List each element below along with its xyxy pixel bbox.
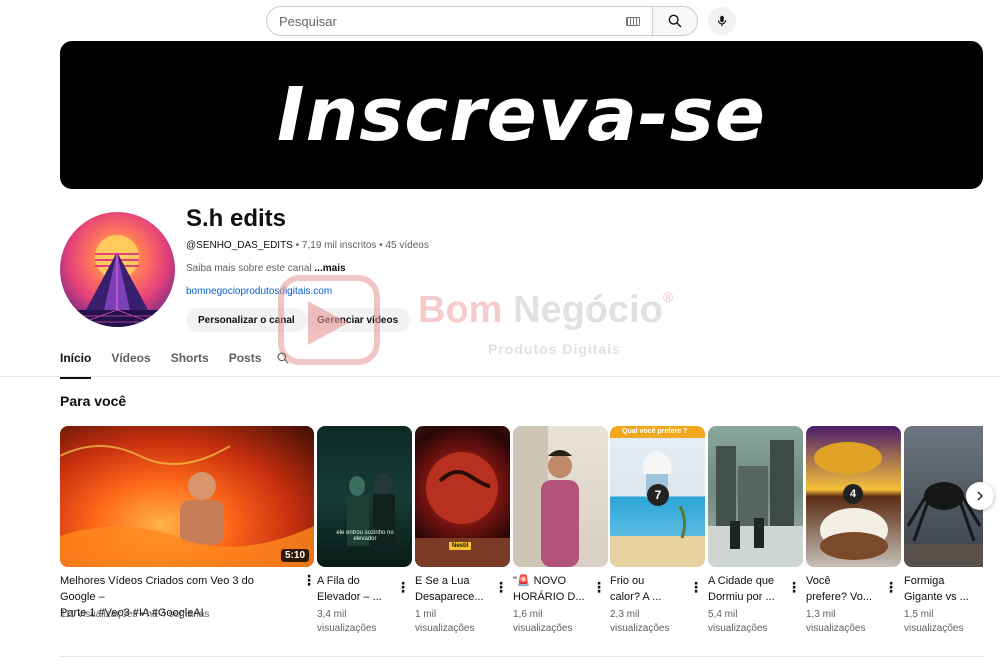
channel-about[interactable]: Saiba mais sobre este canal ...mais (186, 263, 346, 274)
search-placeholder: Pesquisar (279, 13, 337, 29)
tab-videos[interactable]: Vídeos (111, 351, 150, 379)
watermark-title: Bom Negócio® (418, 289, 674, 331)
thumbnail-caption: ele entrou sozinho no elevador (336, 530, 394, 542)
short-title[interactable]: E Se a Lua Desaparece... (415, 573, 487, 605)
short-meta: 2,3 mil visualizações (610, 609, 670, 634)
thumbnail-number: 4 (843, 484, 863, 504)
watermark-subtitle: Produtos Digitais (488, 341, 621, 357)
short-thumbnail[interactable]: ele entrou sozinho no elevador (317, 426, 412, 567)
short-title[interactable]: A Cidade que Dormiu por ... (708, 573, 782, 605)
short-title[interactable]: "🚨 NOVO HORÁRIO D... (513, 573, 585, 605)
short-thumbnail[interactable]: Nestil (415, 426, 510, 567)
short-meta: 1,3 mil visualizações (806, 609, 866, 634)
chevron-right-icon (977, 491, 983, 501)
more-options-icon[interactable]: ⋮ (884, 580, 898, 594)
more-options-icon[interactable]: ⋮ (787, 580, 801, 594)
short-meta: 5,4 mil visualizações (708, 609, 768, 634)
search-input[interactable]: Pesquisar (266, 6, 652, 36)
manage-videos-button[interactable]: Gerenciar vídeos (305, 308, 411, 332)
short-title[interactable]: Frio ou calor? A ... (610, 573, 682, 605)
short-meta: 3,4 mil visualizações (317, 609, 377, 634)
subscriber-count: 7,19 mil inscritos (301, 240, 377, 251)
channel-name: S.h edits (186, 205, 287, 232)
thumbnail-art (708, 440, 803, 567)
thumbnail-art (60, 445, 314, 567)
voice-search-button[interactable] (708, 7, 736, 35)
channel-search-icon[interactable] (276, 351, 290, 365)
thumbnail-caption: Qual você prefere ? (622, 428, 688, 435)
tabs-divider (0, 376, 1000, 377)
more-options-icon[interactable]: ⋮ (689, 580, 703, 594)
more-options-icon[interactable]: ⋮ (592, 580, 606, 594)
thumbnail-number: 7 (647, 484, 669, 506)
video-thumbnail[interactable]: 5:10 (60, 426, 314, 567)
tab-posts[interactable]: Posts (229, 351, 262, 379)
short-meta: 1,5 mil visualizações (904, 609, 964, 634)
more-options-icon[interactable]: ⋮ (494, 580, 508, 594)
shelf-next-button[interactable] (966, 482, 994, 510)
microphone-icon (717, 15, 727, 27)
thumbnail-art (513, 426, 579, 567)
channel-avatar[interactable] (60, 212, 175, 327)
thumbnail-badge: Nestil (449, 542, 472, 550)
short-thumbnail[interactable]: Qual você prefere ? 7 (610, 426, 705, 567)
short-thumbnail[interactable]: 4 (806, 426, 901, 567)
short-meta: 1,6 mil visualizações (513, 609, 573, 634)
short-title[interactable]: Formiga Gigante vs ... (904, 573, 984, 605)
short-title[interactable]: A Fila do Elevador – ... (317, 573, 389, 605)
video-meta: 111 visualizações • há 4 semanas (60, 609, 210, 620)
channel-banner: Inscreva-se (60, 41, 983, 189)
short-title[interactable]: Você prefere? Vo... (806, 573, 878, 605)
channel-meta: @SENHO_DAS_EDITS • 7,19 mil inscritos • … (186, 240, 429, 251)
about-text: Saiba mais sobre este canal (186, 263, 315, 274)
customize-channel-button[interactable]: Personalizar o canal (186, 308, 307, 332)
section-title: Para você (60, 393, 127, 409)
section-divider (60, 656, 983, 657)
channel-link[interactable]: bomnegocioprodutosdigitais.com (186, 286, 332, 297)
video-count: 45 vídeos (385, 240, 429, 251)
keyboard-icon[interactable] (626, 16, 640, 26)
tab-inicio[interactable]: Início (60, 351, 92, 379)
banner-text: Inscreva-se (277, 72, 766, 158)
short-thumbnail[interactable] (513, 426, 608, 567)
avatar-artwork (60, 235, 175, 327)
thumbnail-art (347, 473, 395, 546)
search-button[interactable] (652, 6, 698, 36)
channel-tabs: Início Vídeos Shorts Posts (60, 351, 289, 379)
more-options-icon[interactable]: ⋮ (302, 573, 316, 587)
channel-handle: @SENHO_DAS_EDITS (186, 240, 293, 251)
short-meta: 1 mil visualizações (415, 609, 475, 634)
about-more-link[interactable]: ...mais (314, 263, 345, 274)
tab-shorts[interactable]: Shorts (171, 351, 209, 379)
short-thumbnail[interactable] (708, 426, 803, 567)
meta-separator: • (292, 240, 302, 251)
more-options-icon[interactable]: ⋮ (396, 580, 410, 594)
search-icon (668, 14, 682, 28)
video-duration: 5:10 (280, 549, 309, 562)
search-bar: Pesquisar (266, 6, 736, 36)
